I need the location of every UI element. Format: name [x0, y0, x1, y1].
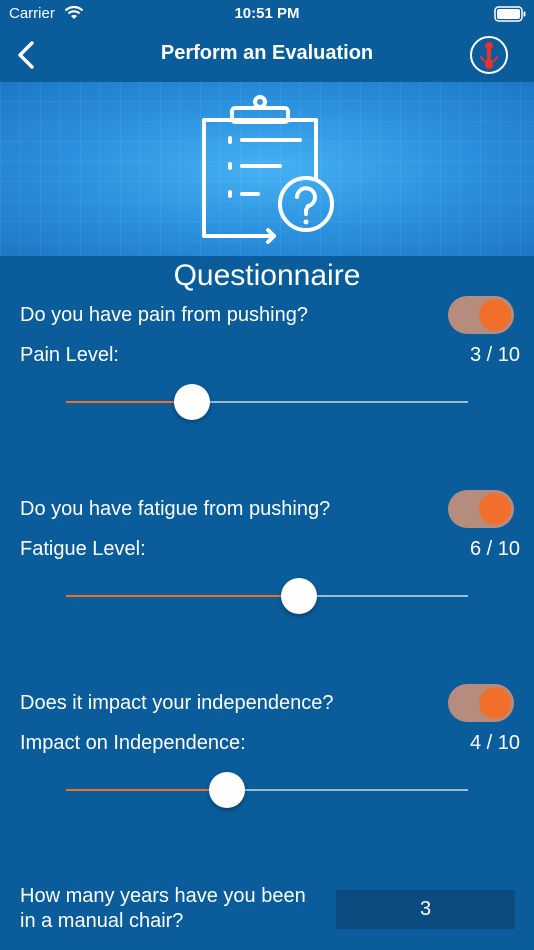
clipboard-question-icon [202, 95, 334, 244]
pin-icon[interactable] [469, 35, 509, 75]
pain-toggle[interactable] [448, 296, 514, 334]
pain-question: Do you have pain from pushing? [20, 304, 308, 326]
pain-level-slider[interactable] [66, 382, 468, 422]
status-time: 10:51 PM [234, 5, 300, 22]
toggle-knob [479, 687, 511, 719]
years-input[interactable] [336, 890, 515, 929]
battery-icon [494, 6, 526, 22]
independence-level-label: Impact on Independence: [20, 732, 246, 754]
pain-level-label: Pain Level: [20, 344, 119, 366]
pain-level-value: 3 / 10 [469, 344, 520, 366]
independence-level-slider[interactable] [66, 770, 468, 810]
fatigue-level-value: 6 / 10 [469, 538, 520, 560]
years-question: How many years have you been in a manual… [20, 885, 306, 932]
slider-fill [66, 595, 300, 597]
navigation-bar: Perform an Evaluation [0, 30, 534, 82]
fatigue-level-label: Fatigue Level: [20, 538, 146, 560]
slider-thumb[interactable] [209, 772, 246, 808]
status-bar: Carrier 10:51 PM [0, 0, 534, 30]
slider-thumb[interactable] [173, 384, 210, 420]
slider-fill [66, 401, 192, 403]
slider-thumb[interactable] [281, 578, 318, 614]
fatigue-toggle[interactable] [448, 490, 514, 528]
banner [0, 82, 534, 256]
toggle-knob [479, 493, 511, 525]
fatigue-level-slider[interactable] [66, 576, 468, 616]
independence-level-value: 4 / 10 [469, 732, 520, 754]
independence-question: Does it impact your independence? [20, 692, 334, 714]
page-title: Perform an Evaluation [160, 42, 374, 64]
slider-fill [66, 789, 228, 791]
toggle-knob [479, 299, 511, 331]
section-title: Questionnaire [173, 259, 361, 292]
fatigue-question: Do you have fatigue from pushing? [20, 498, 331, 520]
independence-toggle[interactable] [448, 684, 514, 722]
